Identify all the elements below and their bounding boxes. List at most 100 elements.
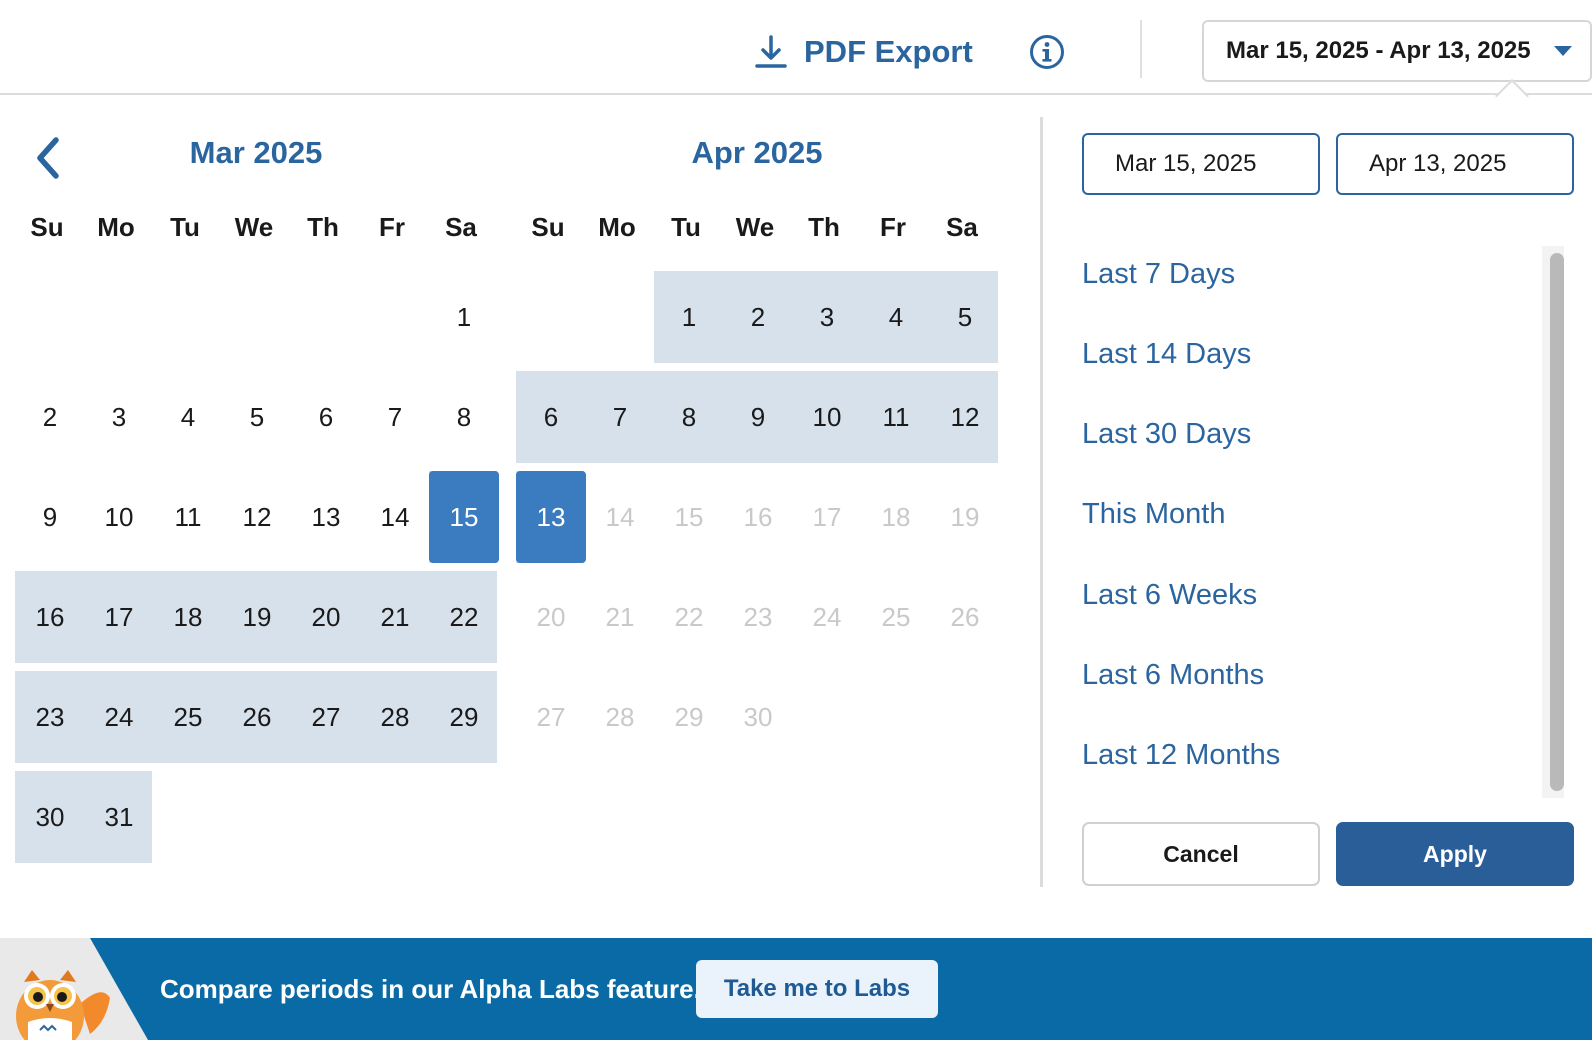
calendar-day-apr-25: 25 [881,602,911,632]
preset-scrollbar-thumb[interactable] [1550,253,1564,791]
weekday-header: Th [307,212,339,242]
start-date-input[interactable] [1082,133,1320,195]
calendar-day-apr-20: 20 [536,602,566,632]
weekday-header: Tu [671,212,701,242]
calendar-day-apr-5[interactable]: 5 [930,271,1000,363]
calendar-day-apr-10[interactable]: 10 [792,371,862,463]
calendar-day-apr-4[interactable]: 4 [861,271,931,363]
calendar-day-apr-15: 15 [674,502,704,532]
calendar-day-mar-19[interactable]: 19 [222,571,292,663]
download-icon [755,35,787,68]
calendar-day-apr-27: 27 [536,702,566,732]
calendar-day-mar-27[interactable]: 27 [291,671,361,763]
calendar-day-apr-9[interactable]: 9 [723,371,793,463]
cancel-button[interactable]: Cancel [1082,822,1320,886]
panel-divider [1040,117,1043,887]
weekday-header: Fr [379,212,405,242]
range-start-day-mar-15[interactable]: 15 [429,471,499,563]
weekday-header: We [234,212,274,242]
calendar-day-mar-23[interactable]: 23 [15,671,85,763]
weekday-header: Sa [946,212,978,242]
calendar-day-mar-31[interactable]: 31 [84,771,154,863]
calendar-day-apr-6[interactable]: 6 [516,371,586,463]
top-bar: PDF Export Mar 15, 2025 - Apr 13, 2025 [0,0,1592,95]
calendar-day-mar-10[interactable]: 10 [84,471,154,563]
calendar-day-mar-22[interactable]: 22 [429,571,499,663]
weekday-header: Mo [97,212,135,242]
preset-last-6-weeks[interactable]: Last 6 Weeks [1082,579,1257,612]
calendar-day-apr-2[interactable]: 2 [723,271,793,363]
chevron-down-icon [1554,46,1572,56]
calendar-day-mar-25[interactable]: 25 [153,671,223,763]
banner-message: Compare periods in our Alpha Labs featur… [160,974,701,1004]
preset-last-6-months[interactable]: Last 6 Months [1082,659,1264,692]
calendar-day-apr-16: 16 [743,502,773,532]
calendar-day-mar-30[interactable]: 30 [15,771,85,863]
calendar-day-apr-8[interactable]: 8 [654,371,724,463]
preset-last-12-months[interactable]: Last 12 Months [1082,739,1280,772]
calendar-day-mar-24[interactable]: 24 [84,671,154,763]
calendar-day-mar-28[interactable]: 28 [360,671,430,763]
calendar-day-mar-9[interactable]: 9 [15,471,85,563]
calendar-day-apr-28: 28 [605,702,635,732]
calendar-day-apr-21: 21 [605,602,635,632]
calendar-day-mar-16[interactable]: 16 [15,571,85,663]
calendar-day-mar-17[interactable]: 17 [84,571,154,663]
weekday-header: Su [30,212,64,242]
calendar-day-mar-11[interactable]: 11 [153,471,223,563]
preset-last-7-days[interactable]: Last 7 Days [1082,258,1235,291]
info-icon[interactable] [1028,33,1066,71]
calendar-day-apr-12[interactable]: 12 [930,371,1000,463]
pdf-export-label: PDF Export [804,34,973,69]
weekday-header: Tu [170,212,200,242]
calendar-day-apr-30: 30 [743,702,773,732]
calendar-day-apr-7[interactable]: 7 [585,371,655,463]
apply-button[interactable]: Apply [1336,822,1574,886]
range-end-day-apr-13[interactable]: 13 [516,471,586,563]
weekday-header: Th [808,212,840,242]
calendar-day-apr-18: 18 [881,502,911,532]
preset-this-month[interactable]: This Month [1082,498,1225,531]
toolbar-divider [1140,20,1142,78]
weekday-header: We [735,212,775,242]
calendar-day-mar-8[interactable]: 8 [429,371,499,463]
calendar-day-mar-2[interactable]: 2 [15,371,85,463]
calendar-day-mar-5[interactable]: 5 [222,371,292,463]
pdf-export-button[interactable]: PDF Export [752,26,973,78]
calendar-day-apr-11[interactable]: 11 [861,371,931,463]
date-range-dropdown[interactable]: Mar 15, 2025 - Apr 13, 2025 [1202,20,1592,82]
calendar-day-mar-29[interactable]: 29 [429,671,499,763]
calendar-day-mar-21[interactable]: 21 [360,571,430,663]
calendar-day-mar-18[interactable]: 18 [153,571,223,663]
end-date-input[interactable] [1336,133,1574,195]
calendar-day-mar-12[interactable]: 12 [222,471,292,563]
calendar-day-mar-20[interactable]: 20 [291,571,361,663]
weekday-header: Fr [880,212,906,242]
calendar-day-apr-17: 17 [812,502,842,532]
calendar-day-apr-23: 23 [743,602,773,632]
preset-last-14-days[interactable]: Last 14 Days [1082,338,1251,371]
labs-banner: Compare periods in our Alpha Labs featur… [0,938,1592,1040]
owl-mascot-icon [16,970,110,1040]
month-title-march: Mar 2025 [189,135,323,170]
calendar-day-apr-24: 24 [812,602,842,632]
calendar-day-apr-19: 19 [950,502,980,532]
take-me-to-labs-button[interactable]: Take me to Labs [696,960,938,1018]
calendar-day-mar-1[interactable]: 1 [429,271,499,363]
calendar-day-apr-22: 22 [674,602,704,632]
weekday-header: Mo [598,212,636,242]
calendar-day-mar-7[interactable]: 7 [360,371,430,463]
calendar-day-mar-26[interactable]: 26 [222,671,292,763]
calendar-day-mar-4[interactable]: 4 [153,371,223,463]
preset-last-30-days[interactable]: Last 30 Days [1082,418,1251,451]
calendar-day-mar-3[interactable]: 3 [84,371,154,463]
calendar-day-apr-3[interactable]: 3 [792,271,862,363]
weekday-header: Sa [445,212,477,242]
calendar-day-apr-26: 26 [950,602,980,632]
date-range-value: Mar 15, 2025 - Apr 13, 2025 [1226,37,1531,64]
calendar-day-mar-6[interactable]: 6 [291,371,361,463]
calendar-day-mar-14[interactable]: 14 [360,471,430,563]
calendar-day-mar-13[interactable]: 13 [291,471,361,563]
calendar-day-apr-1[interactable]: 1 [654,271,724,363]
month-title-april: Apr 2025 [691,135,823,170]
